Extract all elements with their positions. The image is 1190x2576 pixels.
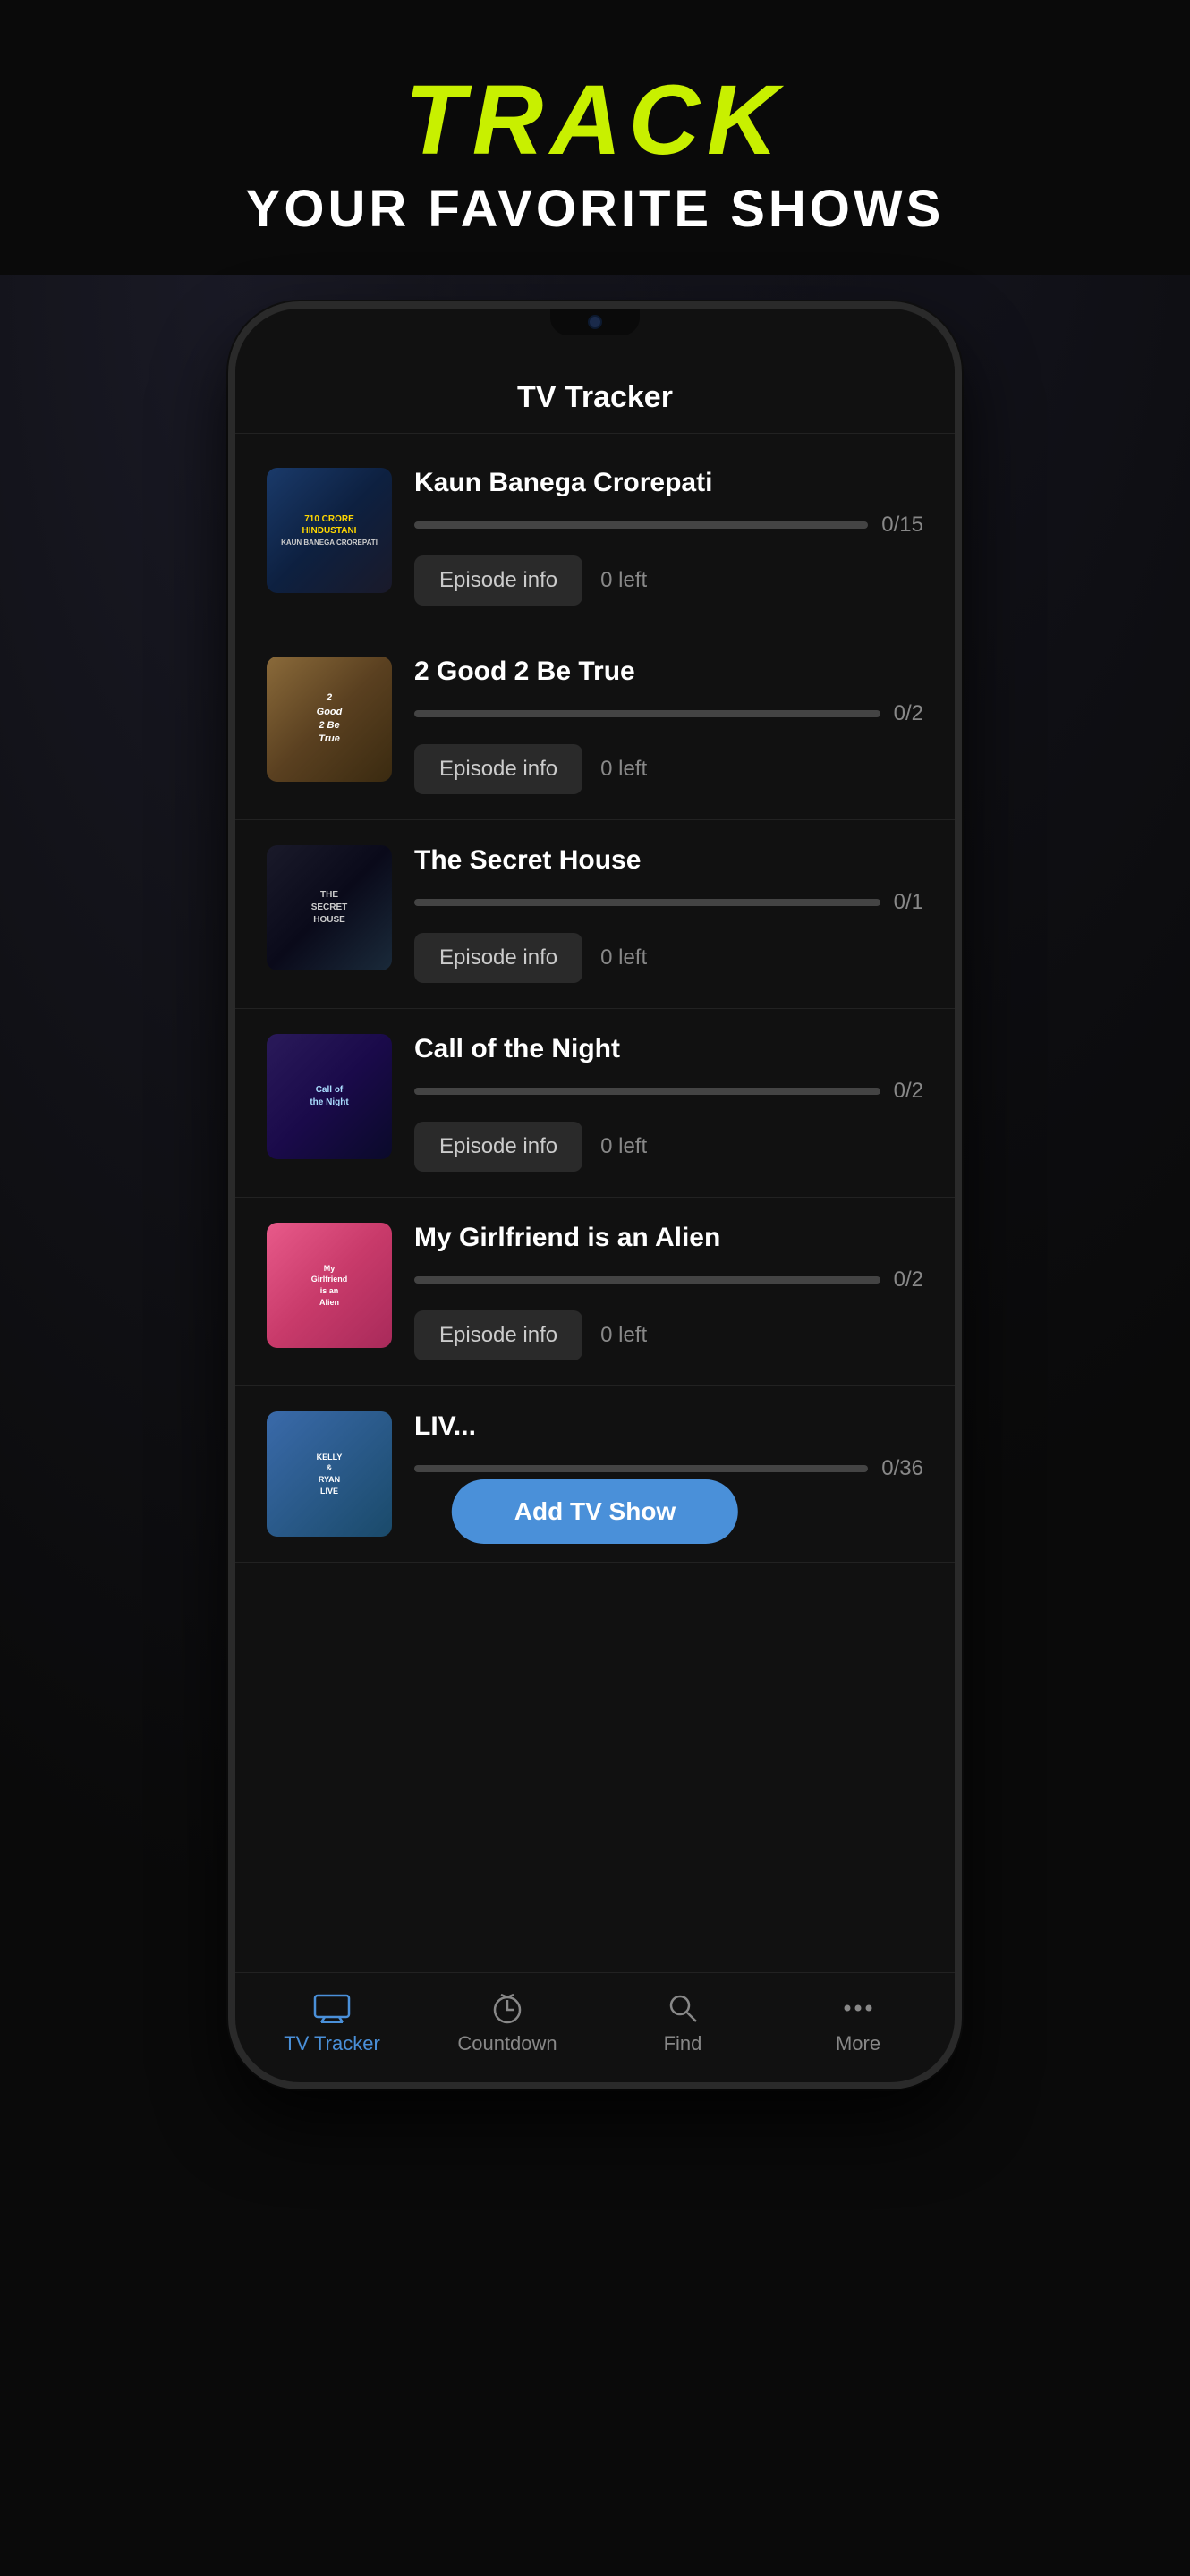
episode-row-cotn: Episode info 0 left	[414, 1122, 923, 1172]
episodes-left-cotn: 0 left	[600, 1134, 647, 1159]
progress-count-kbc: 0/15	[881, 513, 923, 538]
phone-screen: TV Tracker 710 CROREHINDUSTANIKAUN BANEG…	[235, 362, 955, 1972]
episodes-left-secret: 0 left	[600, 945, 647, 970]
add-tv-show-button[interactable]: Add TV Show	[452, 1479, 738, 1544]
find-icon	[661, 1991, 704, 2025]
progress-row-secret: 0/1	[414, 890, 923, 915]
show-name-live: LIV...	[414, 1411, 923, 1442]
show-poster-secret[interactable]: THESECRETHOUSE	[267, 845, 392, 970]
progress-row-cotn: 0/2	[414, 1079, 923, 1104]
shows-list: 710 CROREHINDUSTANIKAUN BANEGA CROREPATI…	[235, 434, 955, 1572]
episodes-left-2g2bt: 0 left	[600, 757, 647, 782]
episode-info-btn-kbc[interactable]: Episode info	[414, 555, 582, 606]
show-poster-mgaa[interactable]: MyGirlfriendis anAlien	[267, 1223, 392, 1348]
nav-item-more[interactable]: More	[770, 1991, 946, 2055]
progress-bar-bg-2g2bt	[414, 710, 880, 717]
phone-wrapper: TV Tracker 710 CROREHINDUSTANIKAUN BANEG…	[228, 301, 962, 2089]
show-item-mgaa: MyGirlfriendis anAlien My Girlfriend is …	[235, 1198, 955, 1386]
show-name-mgaa: My Girlfriend is an Alien	[414, 1223, 923, 1253]
show-item-secret: THESECRETHOUSE The Secret House 0/1 Epi	[235, 820, 955, 1009]
show-poster-2g2bt[interactable]: 2Good2 BeTrue	[267, 657, 392, 782]
episode-info-btn-cotn[interactable]: Episode info	[414, 1122, 582, 1172]
progress-count-cotn: 0/2	[894, 1079, 923, 1104]
nav-item-tv-tracker[interactable]: TV Tracker	[244, 1991, 420, 2055]
show-item-live: KELLY&RYANLIVE LIV... 0/36 Add TV	[235, 1386, 955, 1563]
nav-label-countdown: Countdown	[457, 2032, 557, 2055]
screen-title: TV Tracker	[271, 380, 919, 415]
cotn-poster-art: Call ofthe Night	[267, 1034, 392, 1159]
episode-row-2g2bt: Episode info 0 left	[414, 744, 923, 794]
phone-frame: TV Tracker 710 CROREHINDUSTANIKAUN BANEG…	[228, 301, 962, 2089]
episode-info-btn-secret[interactable]: Episode info	[414, 933, 582, 983]
show-name-cotn: Call of the Night	[414, 1034, 923, 1064]
hero-track-text: TRACK	[36, 72, 1154, 170]
nav-label-tv-tracker: TV Tracker	[284, 2032, 380, 2055]
progress-bar-bg-mgaa	[414, 1276, 880, 1284]
screen-header: TV Tracker	[235, 362, 955, 434]
show-item-2g2bt: 2Good2 BeTrue 2 Good 2 Be True 0/2 Epis	[235, 631, 955, 820]
nav-item-find[interactable]: Find	[595, 1991, 770, 2055]
progress-count-live: 0/36	[881, 1456, 923, 1481]
progress-count-secret: 0/1	[894, 890, 923, 915]
episode-info-btn-2g2bt[interactable]: Episode info	[414, 744, 582, 794]
hero-section: TRACK YOUR FAVORITE SHOWS	[0, 0, 1190, 275]
episode-row-kbc: Episode info 0 left	[414, 555, 923, 606]
progress-count-mgaa: 0/2	[894, 1267, 923, 1292]
hero-subtitle-text: YOUR FAVORITE SHOWS	[36, 179, 1154, 239]
show-info-2g2bt: 2 Good 2 Be True 0/2 Episode info 0 left	[414, 657, 923, 794]
show-item-kbc: 710 CROREHINDUSTANIKAUN BANEGA CROREPATI…	[235, 443, 955, 631]
countdown-icon	[486, 1991, 529, 2025]
episode-row-mgaa: Episode info 0 left	[414, 1310, 923, 1360]
nav-label-find: Find	[664, 2032, 702, 2055]
kbc-poster-art: 710 CROREHINDUSTANIKAUN BANEGA CROREPATI	[267, 468, 392, 593]
more-icon	[837, 1991, 880, 2025]
progress-row-kbc: 0/15	[414, 513, 923, 538]
episode-info-btn-mgaa[interactable]: Episode info	[414, 1310, 582, 1360]
progress-bar-bg-cotn	[414, 1088, 880, 1095]
progress-bar-bg-kbc	[414, 521, 868, 529]
phone-notch	[550, 309, 640, 335]
show-poster-kbc[interactable]: 710 CROREHINDUSTANIKAUN BANEGA CROREPATI	[267, 468, 392, 593]
show-name-kbc: Kaun Banega Crorepati	[414, 468, 923, 498]
progress-count-2g2bt: 0/2	[894, 701, 923, 726]
show-item-cotn: Call ofthe Night Call of the Night 0/2	[235, 1009, 955, 1198]
bottom-nav: TV Tracker Countdown	[235, 1972, 955, 2082]
show-name-2g2bt: 2 Good 2 Be True	[414, 657, 923, 687]
show-poster-cotn[interactable]: Call ofthe Night	[267, 1034, 392, 1159]
progress-bar-bg-secret	[414, 899, 880, 906]
episodes-left-mgaa: 0 left	[600, 1323, 647, 1348]
show-info-mgaa: My Girlfriend is an Alien 0/2 Episode in…	[414, 1223, 923, 1360]
progress-bar-bg-live	[414, 1465, 868, 1472]
progress-row-live: 0/36	[414, 1456, 923, 1481]
episodes-left-kbc: 0 left	[600, 568, 647, 593]
show-info-kbc: Kaun Banega Crorepati 0/15 Episode info …	[414, 468, 923, 606]
nav-label-more: More	[836, 2032, 880, 2055]
show-info-secret: The Secret House 0/1 Episode info 0 left	[414, 845, 923, 983]
nav-item-countdown[interactable]: Countdown	[420, 1991, 595, 2055]
progress-row-mgaa: 0/2	[414, 1267, 923, 1292]
show-poster-live[interactable]: KELLY&RYANLIVE	[267, 1411, 392, 1537]
2g2bt-poster-art: 2Good2 BeTrue	[267, 657, 392, 782]
show-name-secret: The Secret House	[414, 845, 923, 876]
live-poster-art: KELLY&RYANLIVE	[267, 1411, 392, 1537]
mgaa-poster-art: MyGirlfriendis anAlien	[267, 1223, 392, 1348]
secret-poster-art: THESECRETHOUSE	[267, 845, 392, 970]
progress-row-2g2bt: 0/2	[414, 701, 923, 726]
phone-camera	[588, 315, 602, 329]
phone-notch-bar	[235, 309, 955, 362]
tv-tracker-icon	[310, 1991, 353, 2025]
show-info-cotn: Call of the Night 0/2 Episode info 0 lef…	[414, 1034, 923, 1172]
episode-row-secret: Episode info 0 left	[414, 933, 923, 983]
